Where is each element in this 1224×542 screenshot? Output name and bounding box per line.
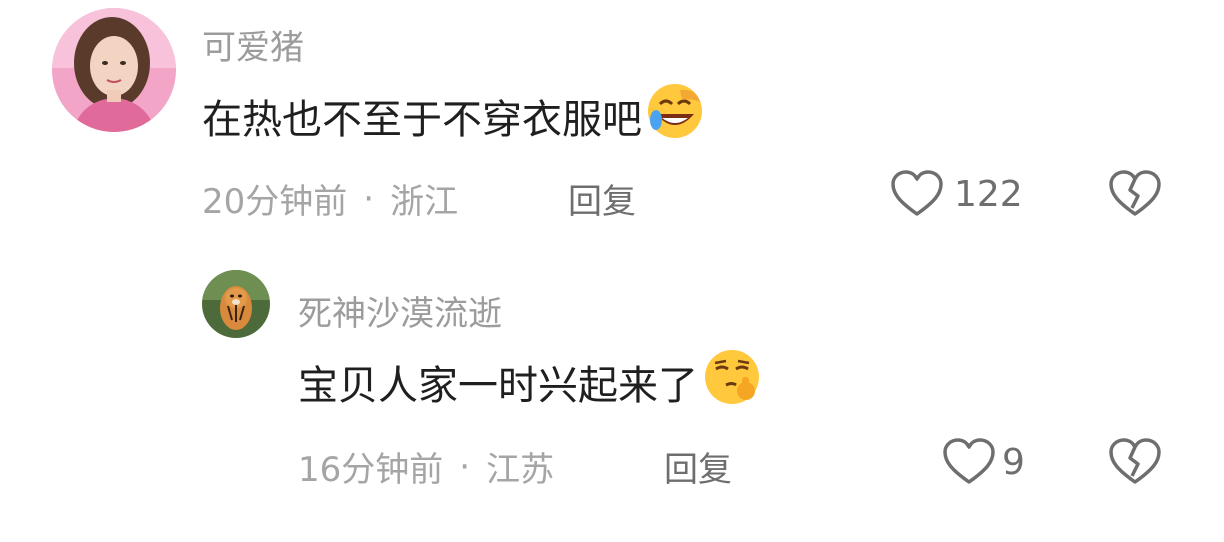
like-count: 9: [1002, 441, 1025, 483]
comment-time: 16分钟前: [298, 450, 444, 490]
meta-separator: ·: [363, 178, 375, 219]
comment-text-content: 宝贝人家一时兴起来了: [298, 363, 698, 409]
rolling-laughing-emoji-icon: [644, 80, 706, 152]
like-button[interactable]: 9: [942, 436, 1025, 488]
shushing-smirk-emoji-icon: [700, 345, 764, 419]
broken-heart-icon: [1108, 170, 1162, 218]
username[interactable]: 可爱猪: [202, 20, 304, 69]
dislike-button[interactable]: [1108, 438, 1162, 486]
comment-location: 江苏: [486, 450, 555, 490]
reply-button[interactable]: 回复: [568, 174, 636, 223]
meta-separator: ·: [459, 446, 471, 487]
avatar[interactable]: [52, 8, 176, 132]
like-count: 122: [954, 173, 1023, 215]
username[interactable]: 死神沙漠流逝: [298, 286, 502, 335]
comment-text: 在热也不至于不穿衣服吧: [202, 84, 706, 144]
comment-meta: 16分钟前 · 江苏: [298, 442, 554, 491]
heart-icon: [890, 170, 944, 218]
broken-heart-icon: [1108, 438, 1162, 486]
comment-time: 20分钟前: [202, 182, 348, 222]
comment-location: 浙江: [390, 182, 459, 222]
like-button[interactable]: 122: [890, 168, 1023, 220]
dislike-button[interactable]: [1108, 170, 1162, 218]
avatar[interactable]: [202, 270, 270, 338]
comment-text: 宝贝人家一时兴起来了: [298, 350, 764, 412]
comment-text-content: 在热也不至于不穿衣服吧: [202, 97, 642, 143]
reply-button[interactable]: 回复: [664, 442, 732, 491]
heart-icon: [942, 438, 996, 486]
comment-meta: 20分钟前 · 浙江: [202, 174, 458, 223]
